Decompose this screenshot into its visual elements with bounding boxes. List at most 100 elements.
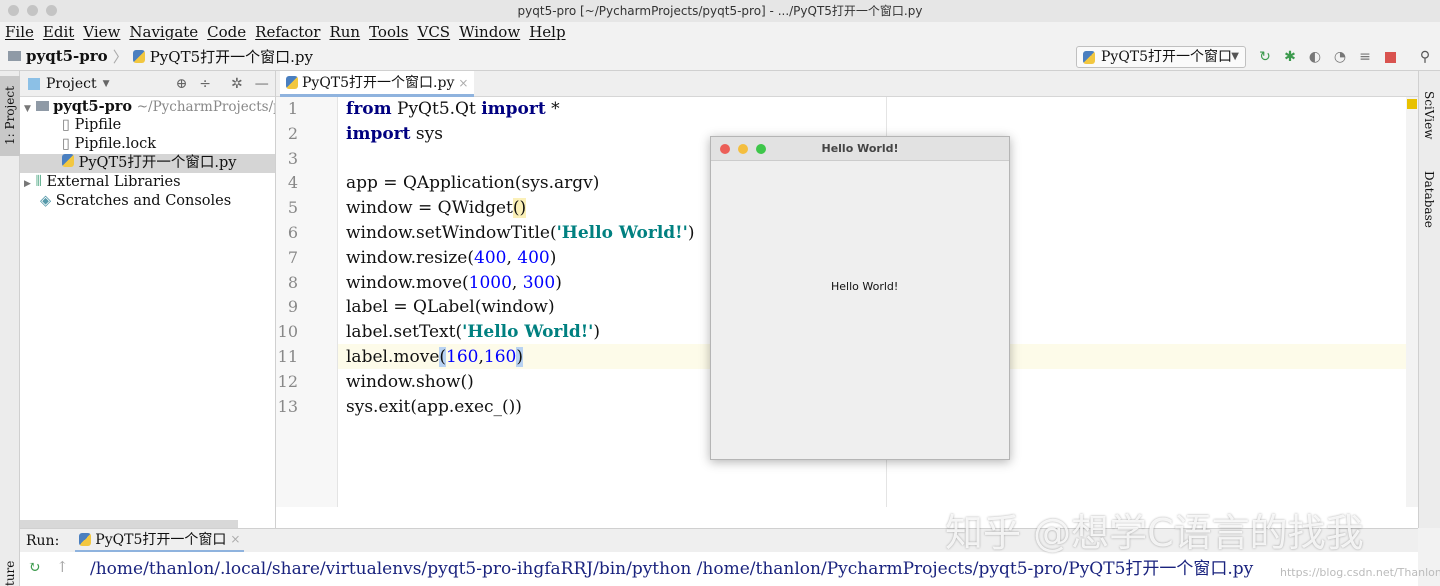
project-panel: Project ▼ ⊕ ÷ ✲ — ▼ pyqt5-pro ~/PycharmP… xyxy=(20,71,276,528)
collapse-icon[interactable]: ÷ xyxy=(199,76,211,92)
console-command: /home/thanlon/.local/share/virtualenvs/p… xyxy=(90,554,1253,579)
file-icon: ▯ xyxy=(62,117,70,133)
code-token: from xyxy=(346,99,392,119)
code-line: sys.exit(app.exec_()) xyxy=(346,397,522,417)
editor-tabs: PyQT5打开一个窗口.py × xyxy=(276,71,1418,97)
close-window-button[interactable] xyxy=(8,5,19,16)
rerun-icon[interactable]: ↻ xyxy=(28,558,41,576)
menu-tools[interactable]: Tools xyxy=(369,22,408,42)
file-label: Pipfile xyxy=(75,117,122,133)
code-token: , xyxy=(512,273,523,293)
close-tab-icon[interactable]: × xyxy=(230,532,240,546)
code-token: import xyxy=(481,99,545,119)
menu-window[interactable]: Window xyxy=(459,22,520,42)
line-number: 7 xyxy=(276,248,298,267)
run-config-label: PyQT5打开一个窗口 xyxy=(1101,49,1232,65)
root-label: pyqt5-pro xyxy=(53,98,132,115)
code-token: label.move xyxy=(346,347,439,367)
line-number: 11 xyxy=(276,347,298,366)
code-token: 160 xyxy=(446,347,478,367)
close-tab-icon[interactable]: × xyxy=(458,71,468,95)
code-line: window = QWidget() xyxy=(346,198,526,218)
menu-bar: File Edit View Navigate Code Refactor Run Tools… xyxy=(0,22,1440,42)
search-icon[interactable]: ⚲ xyxy=(1418,50,1432,64)
project-tool-tab[interactable]: 1: Project xyxy=(0,76,20,156)
menu-code[interactable]: Code xyxy=(207,22,246,42)
tree-item-scratches[interactable]: ◈ Scratches and Consoles xyxy=(20,192,275,211)
menu-vcs[interactable]: VCS xyxy=(418,22,451,42)
code-line: window.setWindowTitle('Hello World!') xyxy=(346,223,695,243)
profile-icon[interactable]: ◔ xyxy=(1333,50,1347,64)
stop-icon[interactable] xyxy=(1385,52,1396,63)
menu-navigate[interactable]: Navigate xyxy=(129,22,198,42)
code-line: label.setText('Hello World!') xyxy=(346,322,600,342)
project-view-select[interactable]: Project xyxy=(46,76,97,92)
line-number: 12 xyxy=(276,372,298,391)
coverage-icon[interactable]: ◐ xyxy=(1308,50,1322,64)
chevron-down-icon[interactable]: ▼ xyxy=(103,79,110,89)
rerun-icon[interactable]: ↻ xyxy=(1258,50,1272,64)
hello-label: Hello World! xyxy=(831,280,898,293)
chevron-right-icon[interactable]: ▶ xyxy=(24,179,31,189)
tree-item-file[interactable]: ▯ Pipfile xyxy=(20,116,275,135)
vertical-scrollbar[interactable] xyxy=(1406,97,1418,507)
code-token: label = QLabel(window) xyxy=(346,297,555,317)
python-icon xyxy=(1083,51,1095,64)
database-tab[interactable]: Database xyxy=(1422,171,1436,228)
tree-item-external-libraries[interactable]: ▶ ⦀ External Libraries xyxy=(20,173,275,192)
code-line: window.resize(400, 400) xyxy=(346,248,556,268)
folder-icon xyxy=(36,101,49,111)
breadcrumb-project[interactable]: pyqt5-pro xyxy=(26,47,108,65)
line-number: 6 xyxy=(276,223,298,242)
chevron-down-icon[interactable]: ▼ xyxy=(24,104,31,114)
gear-icon[interactable]: ✲ xyxy=(231,76,243,92)
menu-edit[interactable]: Edit xyxy=(43,22,74,42)
sciview-tab[interactable]: SciView xyxy=(1422,91,1436,139)
code-token: , xyxy=(506,248,517,268)
menu-help[interactable]: Help xyxy=(529,22,565,42)
code-token: PyQt5.Qt xyxy=(392,99,482,119)
debug-bug-icon[interactable]: ✱ xyxy=(1283,50,1297,64)
editor-tab[interactable]: PyQT5打开一个窗口.py × xyxy=(280,71,474,97)
run-console[interactable]: ↻ ↑ /home/thanlon/.local/share/virtualen… xyxy=(20,552,1418,586)
breadcrumb-separator: 〉 xyxy=(113,46,128,67)
up-arrow-icon[interactable]: ↑ xyxy=(56,558,69,576)
maximize-window-button[interactable] xyxy=(756,144,766,154)
scratches-label: Scratches and Consoles xyxy=(56,193,231,209)
run-tab[interactable]: PyQT5打开一个窗口 × xyxy=(75,529,244,553)
file-label: PyQT5打开一个窗口.py xyxy=(79,155,237,171)
minimize-window-button[interactable] xyxy=(738,144,748,154)
tree-item-file-selected[interactable]: PyQT5打开一个窗口.py xyxy=(20,154,275,173)
code-token: ) xyxy=(593,322,600,342)
right-tool-stripe: SciView Database xyxy=(1418,71,1440,528)
breadcrumb-file[interactable]: PyQT5打开一个窗口.py xyxy=(150,46,313,67)
menu-run[interactable]: Run xyxy=(329,22,360,42)
tree-item-file[interactable]: ▯ Pipfile.lock xyxy=(20,135,275,154)
horizontal-scrollbar[interactable] xyxy=(20,520,238,528)
menu-view[interactable]: View xyxy=(83,22,120,42)
line-gutter: 12345678910111213 xyxy=(276,97,338,507)
line-number: 9 xyxy=(276,297,298,316)
qt-app-window[interactable]: Hello World! Hello World! xyxy=(710,136,1010,460)
run-configuration-select[interactable]: PyQT5打开一个窗口 ▼ xyxy=(1076,46,1246,68)
close-window-button[interactable] xyxy=(720,144,730,154)
code-token: ) xyxy=(516,347,523,367)
code-line: window.show() xyxy=(346,372,474,392)
code-token: 160 xyxy=(484,347,516,367)
minimize-window-button[interactable] xyxy=(27,5,38,16)
menu-refactor[interactable]: Refactor xyxy=(255,22,320,42)
menu-file[interactable]: File xyxy=(5,22,34,42)
tree-item-root[interactable]: ▼ pyqt5-pro ~/PycharmProjects/pyqt5-pro xyxy=(20,97,275,116)
warning-marker[interactable] xyxy=(1407,99,1417,109)
project-panel-header: Project ▼ ⊕ ÷ ✲ — xyxy=(20,71,275,97)
locate-icon[interactable]: ⊕ xyxy=(176,76,188,92)
code-token: 400 xyxy=(517,248,549,268)
maximize-window-button[interactable] xyxy=(46,5,57,16)
code-line: label.move(160,160) xyxy=(346,347,523,367)
window-title: pyqt5-pro [~/PycharmProjects/pyqt5-pro] … xyxy=(518,4,923,18)
structure-tool-tab[interactable]: ture xyxy=(0,556,20,586)
hide-icon[interactable]: — xyxy=(255,76,269,92)
code-token: 400 xyxy=(474,248,506,268)
concurrency-icon[interactable]: ≡ xyxy=(1358,50,1372,64)
chevron-down-icon: ▼ xyxy=(1231,47,1239,67)
